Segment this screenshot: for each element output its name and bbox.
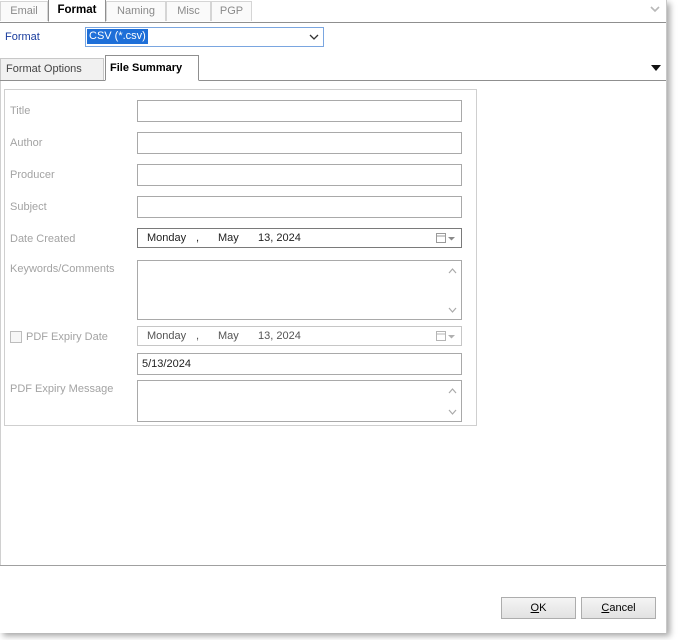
pdf-expiry-message-label: PDF Expiry Message — [10, 383, 114, 395]
subject-label: Subject — [10, 201, 47, 213]
pdf-expiry-weekday[interactable]: Monday — [147, 330, 186, 342]
date-created-weekday[interactable]: Monday — [147, 232, 186, 244]
tab-format[interactable]: Format — [48, 0, 106, 22]
producer-input[interactable] — [137, 164, 462, 186]
pdf-expiry-message-textarea[interactable] — [137, 380, 462, 422]
pdf-expiry-separator: , — [196, 330, 200, 342]
keywords-comments-label: Keywords/Comments — [10, 263, 115, 275]
calendar-icon[interactable] — [436, 331, 456, 342]
sub-tab-strip: Format Options File Summary — [0, 55, 666, 81]
ok-button-mnemonic: O — [530, 602, 540, 614]
date-created-month[interactable]: May — [218, 232, 239, 244]
producer-label: Producer — [10, 169, 55, 181]
subject-input[interactable] — [137, 196, 462, 218]
pdf-expiry-month[interactable]: May — [218, 330, 239, 342]
scroll-down-icon[interactable] — [448, 307, 457, 313]
author-input[interactable] — [137, 132, 462, 154]
tab-file-summary[interactable]: File Summary — [105, 55, 199, 81]
format-label: Format — [5, 31, 40, 43]
calendar-icon[interactable] — [436, 233, 456, 244]
keywords-comments-textarea[interactable] — [137, 260, 462, 320]
tab-email[interactable]: Email — [0, 1, 48, 21]
tab-naming[interactable]: Naming — [106, 1, 166, 21]
pdf-expiry-date-picker[interactable]: Monday , May 13, 2024 — [137, 326, 462, 346]
title-label: Title — [10, 105, 31, 117]
chevron-down-icon[interactable] — [648, 2, 662, 16]
tab-pgp[interactable]: PGP — [211, 1, 252, 21]
date-created-label: Date Created — [10, 233, 76, 245]
scroll-up-icon[interactable] — [448, 268, 457, 274]
format-selected-value: CSV (*.csv) — [87, 29, 148, 44]
dialog-window: Email Format Naming Misc PGP Format CSV … — [0, 0, 667, 633]
author-label: Author — [10, 137, 43, 149]
top-tab-strip: Email Format Naming Misc PGP — [0, 0, 666, 23]
pdf-expiry-text-input[interactable]: 5/13/2024 — [137, 353, 462, 375]
cancel-button[interactable]: Cancel — [581, 597, 656, 619]
scroll-down-icon[interactable] — [448, 409, 457, 415]
pdf-expiry-date-label: PDF Expiry Date — [26, 331, 108, 343]
date-created-separator: , — [196, 232, 200, 244]
date-created-picker[interactable]: Monday , May 13, 2024 — [137, 228, 462, 248]
tab-misc[interactable]: Misc — [166, 1, 211, 21]
title-input[interactable] — [137, 100, 462, 122]
ok-button-label: K — [539, 602, 547, 614]
format-select[interactable]: CSV (*.csv) — [85, 27, 324, 47]
pdf-expiry-checkbox[interactable] — [10, 331, 22, 343]
tab-list-dropdown-icon[interactable] — [651, 65, 661, 71]
ok-button[interactable]: OK — [501, 597, 576, 619]
pdf-expiry-day-year[interactable]: 13, 2024 — [258, 330, 301, 342]
tab-format-options[interactable]: Format Options — [0, 58, 104, 80]
pdf-expiry-text-value: 5/13/2024 — [142, 358, 191, 370]
scroll-up-icon[interactable] — [448, 388, 457, 394]
cancel-button-label: ancel — [609, 602, 636, 614]
date-created-day-year[interactable]: 13, 2024 — [258, 232, 301, 244]
dropdown-arrow-icon — [309, 34, 319, 40]
